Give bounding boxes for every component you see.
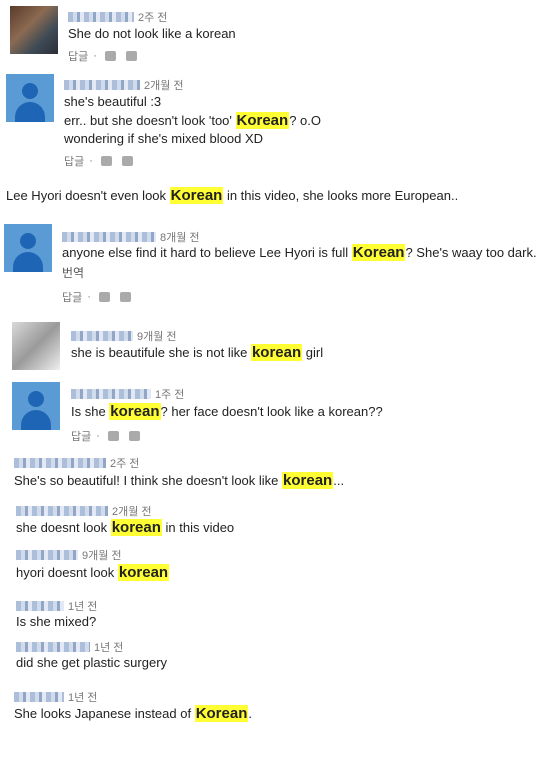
author-name[interactable]	[14, 457, 106, 468]
timestamp: 9개월 전	[137, 330, 177, 343]
comment-text: she's beautiful :3	[64, 94, 162, 109]
author-name[interactable]	[64, 79, 140, 90]
avatar[interactable]	[12, 382, 60, 430]
timestamp: 2주 전	[110, 457, 140, 470]
comment-actions: 답글 ·	[68, 48, 137, 64]
timestamp: 8개월 전	[160, 231, 200, 244]
timestamp: 1년 전	[94, 641, 124, 654]
thumbs-up-icon[interactable]	[104, 51, 116, 61]
comment-text: wondering if she's mixed blood XD	[64, 131, 264, 146]
reply-button[interactable]: 답글	[71, 431, 91, 443]
comment-actions: 답글 ·	[62, 289, 131, 305]
timestamp: 2주 전	[138, 11, 168, 24]
comment-actions: 답글 ·	[71, 428, 140, 444]
timestamp: 1년 전	[68, 600, 98, 613]
comment-meta: 2주 전	[14, 454, 140, 470]
comment-text: Lee Hyori doesn't even look Korean in th…	[6, 187, 459, 204]
comment-meta: 1년 전	[14, 688, 98, 704]
timestamp: 2개월 전	[144, 79, 184, 92]
comment-text: err.. but she doesn't look 'too' Korean?…	[64, 112, 321, 129]
comment-text: anyone else find it hard to believe Lee …	[62, 244, 537, 261]
comment-text: she is beautifule she is not like korean…	[71, 344, 324, 361]
author-name[interactable]	[16, 600, 64, 611]
comment-meta: 9개월 전	[16, 546, 122, 562]
comment-text: She do not look like a korean	[68, 26, 236, 41]
comment-text: She looks Japanese instead of Korean.	[14, 705, 252, 722]
comment-meta: 9개월 전	[71, 327, 177, 343]
comment-text: hyori doesnt look korean	[16, 564, 170, 581]
comment-meta: 8개월 전	[62, 228, 200, 244]
comment-meta: 1년 전	[16, 638, 124, 654]
thumbs-down-icon[interactable]	[119, 292, 131, 302]
comment-text: Is she mixed?	[16, 614, 97, 629]
reply-button[interactable]: 답글	[68, 51, 88, 63]
thumbs-up-icon[interactable]	[107, 431, 119, 441]
translate-link[interactable]: 번역	[62, 264, 84, 283]
author-name[interactable]	[14, 691, 64, 702]
timestamp: 2개월 전	[112, 505, 152, 518]
comment-text: did she get plastic surgery	[16, 655, 168, 670]
comment-text: Is she korean? her face doesn't look lik…	[71, 403, 383, 420]
avatar[interactable]	[12, 322, 60, 370]
comment-meta: 2주 전	[68, 8, 168, 24]
thumbs-up-icon[interactable]	[98, 292, 110, 302]
author-name[interactable]	[68, 11, 134, 22]
timestamp: 1주 전	[155, 388, 185, 401]
author-name[interactable]	[62, 231, 156, 242]
reply-button[interactable]: 답글	[62, 292, 82, 304]
timestamp: 9개월 전	[82, 549, 122, 562]
avatar[interactable]	[4, 224, 52, 272]
comment-meta: 1년 전	[16, 597, 98, 613]
comment-actions: 답글 ·	[64, 153, 133, 169]
comment-text: she doesnt look korean in this video	[16, 519, 235, 536]
avatar[interactable]	[10, 6, 58, 54]
comment-text: She's so beautiful! I think she doesn't …	[14, 472, 345, 489]
thumbs-up-icon[interactable]	[100, 156, 112, 166]
avatar[interactable]	[6, 74, 54, 122]
comment-meta: 2개월 전	[64, 76, 184, 92]
thumbs-down-icon[interactable]	[125, 51, 137, 61]
thumbs-down-icon[interactable]	[128, 431, 140, 441]
author-name[interactable]	[71, 388, 151, 399]
comment-meta: 1주 전	[71, 385, 185, 401]
author-name[interactable]	[71, 330, 133, 341]
reply-button[interactable]: 답글	[64, 156, 84, 168]
thumbs-down-icon[interactable]	[121, 156, 133, 166]
comment-meta: 2개월 전	[16, 502, 152, 518]
author-name[interactable]	[16, 641, 90, 652]
timestamp: 1년 전	[68, 691, 98, 704]
author-name[interactable]	[16, 549, 78, 560]
author-name[interactable]	[16, 505, 108, 516]
